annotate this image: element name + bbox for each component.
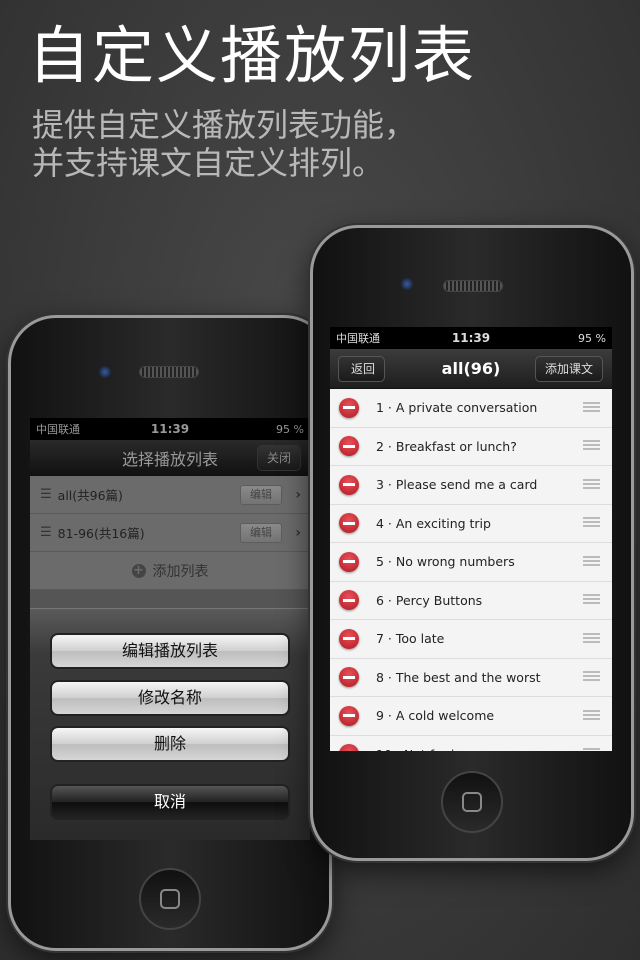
lesson-title: 10 · Not for jazz <box>376 747 475 751</box>
list-label: all(共96篇) <box>57 488 123 503</box>
subtitle-line: 提供自定义播放列表功能， <box>32 106 417 144</box>
lesson-list: 1 · A private conversation 2 · Breakfast … <box>330 389 612 751</box>
lesson-row[interactable]: 6 · Percy Buttons <box>330 581 612 620</box>
action-sheet: 编辑播放列表 修改名称 删除 取消 <box>30 608 310 840</box>
lesson-title: 2 · Breakfast or lunch? <box>376 438 517 454</box>
reorder-grip-icon[interactable] <box>583 594 600 607</box>
reorder-grip-icon[interactable] <box>583 555 600 568</box>
chevron-right-icon: › <box>295 524 301 541</box>
speaker-icon <box>443 280 503 292</box>
speaker-icon <box>139 366 199 378</box>
lesson-row[interactable]: 3 · Please send me a card <box>330 466 612 505</box>
lesson-title: 1 · A private conversation <box>376 400 538 416</box>
delete-icon[interactable] <box>339 436 359 457</box>
cancel-button[interactable]: 取消 <box>50 784 290 820</box>
status-bar: 中国联通 11:39 95 % <box>30 418 310 440</box>
delete-icon[interactable] <box>339 397 359 418</box>
reorder-grip-icon[interactable] <box>583 632 600 645</box>
lesson-title: 8 · The best and the worst <box>376 669 541 685</box>
delete-icon[interactable] <box>339 705 359 726</box>
home-button[interactable] <box>139 868 201 930</box>
lesson-row[interactable]: 1 · A private conversation <box>330 389 612 428</box>
add-list-label: 添加列表 <box>152 563 209 580</box>
delete-icon[interactable] <box>339 628 359 649</box>
reorder-grip-icon[interactable] <box>583 671 600 684</box>
promo-subtitle: 提供自定义播放列表功能， 并支持课文自定义排列。 <box>32 106 416 182</box>
home-button[interactable] <box>441 771 503 833</box>
back-button[interactable]: 返回 <box>338 356 386 382</box>
add-lesson-button[interactable]: 添加课文 <box>534 356 603 382</box>
reorder-grip-icon[interactable] <box>583 748 600 751</box>
delete-icon[interactable] <box>339 474 359 495</box>
delete-icon[interactable] <box>339 744 359 751</box>
lesson-row[interactable]: 4 · An exciting trip <box>330 504 612 543</box>
subtitle-line: 并支持课文自定义排列。 <box>32 144 385 182</box>
nav-bar: all(96) 返回 添加课文 <box>330 349 612 389</box>
list-label: 81-96(共16篇) <box>57 526 145 541</box>
rename-button[interactable]: 修改名称 <box>50 680 290 716</box>
delete-icon[interactable] <box>339 551 359 572</box>
chevron-right-icon: › <box>295 486 301 503</box>
lesson-row[interactable]: 10 · Not for jazz <box>330 735 612 751</box>
nav-title: all(96) <box>441 359 501 378</box>
delete-icon[interactable] <box>339 667 359 688</box>
reorder-grip-icon[interactable] <box>583 440 600 453</box>
lesson-title: 4 · An exciting trip <box>376 515 491 531</box>
right-screen: 中国联通 11:39 95 % all(96) 返回 添加课文 1 · A pr… <box>330 327 612 751</box>
lesson-row[interactable]: 5 · No wrong numbers <box>330 543 612 582</box>
delete-button[interactable]: 删除 <box>50 726 290 762</box>
list-icon: ☰ <box>40 487 52 502</box>
camera-icon <box>401 278 413 290</box>
lesson-row[interactable]: 9 · A cold welcome <box>330 697 612 736</box>
delete-icon[interactable] <box>339 590 359 611</box>
camera-icon <box>99 366 111 378</box>
list-icon: ☰ <box>40 525 52 540</box>
home-icon <box>160 889 180 909</box>
lesson-title: 7 · Too late <box>376 631 445 647</box>
lesson-title: 3 · Please send me a card <box>376 477 538 493</box>
clock: 11:39 <box>451 331 491 345</box>
reorder-grip-icon[interactable] <box>583 517 600 530</box>
reorder-grip-icon[interactable] <box>583 401 600 414</box>
list-item[interactable]: ☰ all(共96篇) 编辑 › <box>30 476 310 514</box>
lesson-title: 9 · A cold welcome <box>376 708 495 724</box>
edit-button[interactable]: 编辑 <box>240 484 282 505</box>
add-list-button[interactable]: + 添加列表 <box>30 552 310 590</box>
edit-playlist-button[interactable]: 编辑播放列表 <box>50 633 290 669</box>
lesson-title: 6 · Percy Buttons <box>376 592 483 608</box>
left-screen: 中国联通 11:39 95 % 选择播放列表 关闭 ☰ all(共96篇) 编辑… <box>30 418 310 840</box>
delete-icon[interactable] <box>339 513 359 534</box>
lesson-row[interactable]: 2 · Breakfast or lunch? <box>330 427 612 466</box>
nav-bar: 选择播放列表 关闭 <box>30 440 310 476</box>
edit-button[interactable]: 编辑 <box>240 522 282 543</box>
lesson-title: 5 · No wrong numbers <box>376 554 515 570</box>
list-item[interactable]: ☰ 81-96(共16篇) 编辑 › <box>30 514 310 552</box>
promo-title: 自定义播放列表 <box>28 19 477 92</box>
lesson-row[interactable]: 8 · The best and the worst <box>330 658 612 697</box>
lesson-row[interactable]: 7 · Too late <box>330 620 612 659</box>
close-button[interactable]: 关闭 <box>256 445 301 471</box>
reorder-grip-icon[interactable] <box>583 478 600 491</box>
home-icon <box>462 792 482 812</box>
plus-circle-icon: + <box>131 562 146 578</box>
clock: 11:39 <box>150 422 190 436</box>
status-bar: 中国联通 11:39 95 % <box>330 327 612 349</box>
nav-title: 选择播放列表 <box>121 449 218 469</box>
reorder-grip-icon[interactable] <box>583 709 600 722</box>
